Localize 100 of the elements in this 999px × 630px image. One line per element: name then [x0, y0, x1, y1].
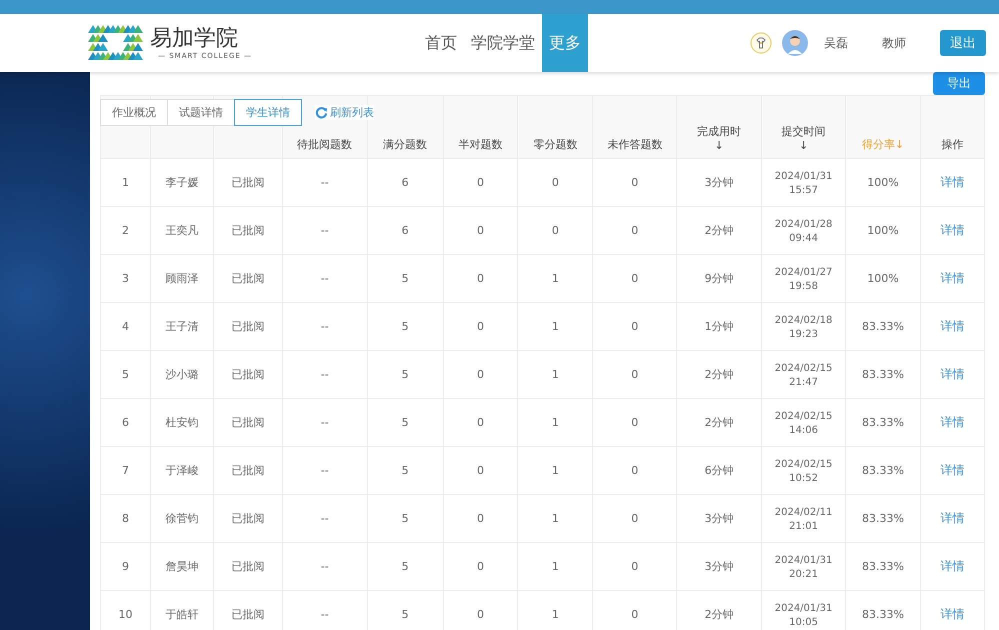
table-cell: 2分钟: [704, 608, 734, 621]
table-cell: 于皓轩: [165, 608, 198, 621]
table-cell: 2024/01/28 09:44: [774, 218, 832, 244]
tab[interactable]: 作业概况: [100, 99, 168, 126]
table-cell: 0: [476, 608, 484, 621]
table-cell: 83.33%: [862, 560, 904, 573]
table-cell: 1: [552, 320, 559, 333]
table-cell: 0: [631, 224, 638, 237]
table-cell: 2024/01/31 10:05: [774, 602, 832, 628]
table-cell: 100%: [867, 272, 899, 285]
table-cell: 5: [402, 272, 409, 285]
column-header[interactable]: 满分题数: [383, 138, 428, 151]
details-link[interactable]: 详情: [940, 511, 964, 525]
table-cell: --: [320, 608, 329, 621]
table-cell: 2024/01/27 19:58: [774, 266, 832, 292]
column-header[interactable]: 未作答题数: [607, 138, 662, 151]
details-link[interactable]: 详情: [940, 559, 964, 573]
table-cell: 已批阅: [231, 368, 264, 381]
table-cell: 于泽峻: [165, 464, 198, 477]
table-cell: 83.33%: [862, 416, 904, 429]
refresh-icon: [315, 106, 328, 119]
table-cell: 0: [476, 560, 484, 573]
table-cell: 0: [631, 176, 638, 189]
table-cell: 0: [631, 416, 638, 429]
table-cell: 0: [631, 608, 638, 621]
table-cell: 83.33%: [862, 512, 904, 525]
logout-button[interactable]: 退出: [940, 30, 986, 56]
table-cell: 6分钟: [704, 464, 734, 477]
column-header[interactable]: 零分题数: [533, 138, 578, 151]
table-cell: 1: [122, 176, 129, 189]
table-cell: 3分钟: [704, 512, 734, 525]
table-cell: --: [320, 560, 329, 573]
column-header[interactable]: 待批阅题数: [297, 138, 352, 151]
table-cell: 2024/02/15 21:47: [774, 362, 832, 388]
details-link[interactable]: 详情: [940, 607, 964, 621]
avatar-icon[interactable]: [782, 30, 808, 56]
table-cell: 0: [476, 368, 484, 381]
logo-title: 易加学院: [150, 26, 238, 52]
table-cell: 5: [402, 368, 409, 381]
table-cell: 5: [402, 608, 409, 621]
table-cell: 5: [122, 368, 129, 381]
table-cell: 2分钟: [704, 368, 734, 381]
table-cell: 已批阅: [231, 608, 264, 621]
table-cell: --: [320, 368, 329, 381]
details-link[interactable]: 详情: [940, 175, 964, 189]
table-cell: 5: [402, 416, 409, 429]
table-cell: 0: [631, 272, 638, 285]
export-button[interactable]: 导出: [933, 72, 985, 95]
table-cell: --: [320, 176, 329, 189]
table-cell: 0: [631, 320, 638, 333]
details-link[interactable]: 详情: [940, 223, 964, 237]
details-link[interactable]: 详情: [940, 319, 964, 333]
user-role: 教师: [882, 34, 906, 52]
tab[interactable]: 试题详情: [167, 99, 235, 126]
column-header[interactable]: 完成用时: [697, 125, 742, 138]
table-cell: 3: [122, 272, 129, 285]
table-cell: 2024/02/15 10:52: [774, 458, 832, 484]
table-cell: 6: [122, 416, 129, 429]
nav-item[interactable]: 首页: [418, 14, 464, 72]
table-cell: 83.33%: [862, 320, 904, 333]
nav-item[interactable]: 学院学堂: [464, 14, 542, 72]
table-cell: 0: [631, 368, 638, 381]
table-cell: 1: [552, 512, 559, 525]
table-cell: 1: [552, 560, 559, 573]
table-cell: 李子媛: [165, 176, 198, 189]
column-header[interactable]: 半对题数: [458, 138, 502, 151]
column-header[interactable]: 操作: [941, 138, 964, 151]
table-cell: 0: [631, 560, 638, 573]
table-cell: 1分钟: [704, 320, 734, 333]
table-cell: 詹昊坤: [165, 560, 198, 573]
table-cell: 7: [122, 464, 129, 477]
details-link[interactable]: 详情: [940, 367, 964, 381]
sort-arrow[interactable]: ↓: [714, 139, 724, 152]
table-cell: 0: [476, 416, 484, 429]
details-link[interactable]: 详情: [940, 271, 964, 285]
table-cell: 已批阅: [231, 224, 264, 237]
table-cell: --: [320, 512, 329, 525]
table-cell: 0: [552, 176, 559, 189]
nav-item[interactable]: 更多: [542, 14, 588, 72]
table-cell: 3分钟: [704, 176, 734, 189]
column-header[interactable]: 得分率↓: [862, 138, 904, 151]
column-header[interactable]: 提交时间: [782, 125, 826, 138]
tab[interactable]: 学生详情: [234, 99, 302, 126]
table-cell: 2024/02/18 19:23: [774, 314, 832, 340]
table-cell: 9: [122, 560, 129, 573]
table-cell: 2024/01/31 20:21: [774, 554, 832, 580]
details-link[interactable]: 详情: [940, 415, 964, 429]
table-cell: 83.33%: [862, 464, 904, 477]
table-cell: 徐菅钧: [165, 512, 198, 525]
table-cell: 1: [552, 416, 559, 429]
table-cell: 沙小璐: [165, 368, 198, 381]
shirt-icon[interactable]: [750, 32, 772, 54]
table-cell: 王子清: [165, 320, 198, 333]
table-cell: 5: [402, 560, 409, 573]
details-link[interactable]: 详情: [940, 463, 964, 477]
table-cell: 0: [476, 176, 484, 189]
table-cell: 0: [476, 512, 484, 525]
sort-arrow[interactable]: ↓: [798, 139, 808, 152]
table-cell: 已批阅: [231, 560, 264, 573]
refresh-link[interactable]: 刷新列表: [315, 105, 374, 120]
